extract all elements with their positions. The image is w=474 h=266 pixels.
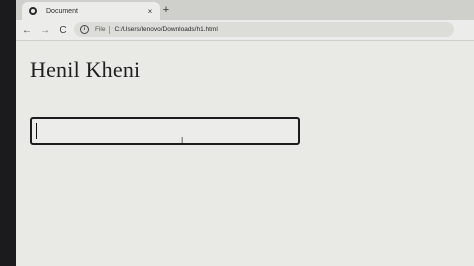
close-tab-icon[interactable]: ×	[144, 5, 156, 17]
text-caret	[36, 123, 37, 139]
info-icon[interactable]: i	[80, 25, 89, 34]
tab-document[interactable]: Document ×	[22, 2, 160, 20]
tab-strip: Document × +	[16, 0, 474, 20]
page-heading: Henil Kheni	[30, 57, 141, 82]
page-content: Henil Kheni I	[16, 41, 474, 266]
new-tab-button[interactable]: +	[160, 3, 172, 17]
tab-title: Document	[46, 7, 78, 15]
reload-button[interactable]: C	[56, 23, 70, 37]
address-bar[interactable]: i File C:/Users/lenovo/Downloads/h1.html	[74, 22, 454, 37]
globe-icon	[29, 7, 37, 15]
scheme-label: File	[95, 26, 106, 33]
forward-button[interactable]: →	[38, 23, 52, 37]
text-cursor-icon: I	[181, 136, 184, 145]
text-input[interactable]	[30, 117, 300, 145]
address-divider	[109, 25, 111, 34]
url-text[interactable]: C:/Users/lenovo/Downloads/h1.html	[114, 26, 217, 33]
back-button[interactable]: ←	[20, 23, 34, 37]
browser-toolbar: ← → C i File C:/Users/lenovo/Downloads/h…	[16, 20, 474, 41]
browser-window: Document × + ← → C i File C:/Users/lenov…	[16, 0, 474, 266]
monitor-bezel: Document × + ← → C i File C:/Users/lenov…	[0, 0, 474, 266]
